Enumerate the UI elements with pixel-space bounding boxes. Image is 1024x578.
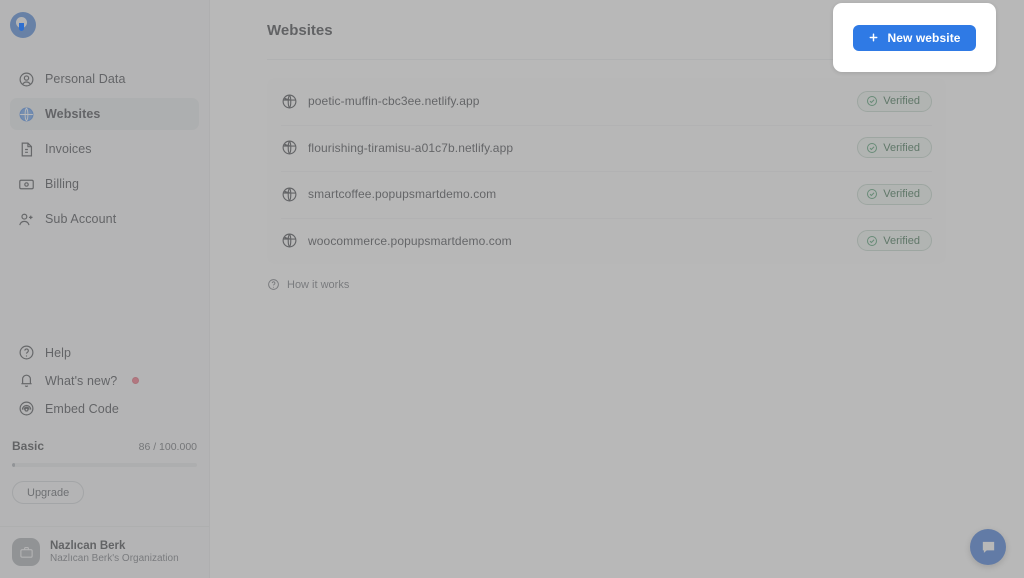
avatar	[12, 538, 40, 566]
upgrade-button[interactable]: Upgrade	[12, 481, 85, 504]
check-circle-icon	[867, 96, 878, 107]
user-add-icon	[18, 211, 35, 228]
sidebar-item-label: Sub Account	[45, 212, 117, 226]
notification-dot	[132, 377, 140, 384]
sidebar-item-label: What's new?	[45, 373, 118, 388]
app-root: Personal Data Websites Invoices Billing …	[0, 0, 1024, 578]
check-circle-icon	[867, 189, 878, 200]
table-row[interactable]: smartcoffee.popupsmartdemo.com Verified	[267, 171, 946, 218]
sidebar-item-label: Invoices	[45, 142, 92, 156]
status-badge-label: Verified	[883, 95, 920, 108]
sidebar-item-billing[interactable]: Billing	[10, 168, 199, 200]
logo-container[interactable]	[0, 0, 209, 52]
user-text: Nazlıcan Berk Nazlıcan Berk's Organizati…	[50, 539, 179, 566]
website-url: flourishing-tiramisu-a01c7b.netlify.app	[308, 140, 514, 155]
globe-icon	[281, 93, 298, 110]
chat-bubble-icon	[982, 541, 994, 553]
globe-icon	[281, 186, 298, 203]
user-account-block[interactable]: Nazlıcan Berk Nazlıcan Berk's Organizati…	[0, 526, 209, 578]
user-circle-icon	[18, 71, 35, 88]
briefcase-icon	[19, 546, 33, 558]
new-website-button-label: New website	[887, 30, 961, 45]
plan-quota: 86 / 100.000	[138, 441, 197, 453]
sidebar-item-label: Billing	[45, 177, 80, 191]
check-circle-icon	[867, 142, 878, 153]
sidebar-item-whats-new[interactable]: What's new?	[10, 367, 199, 394]
globe-icon	[281, 139, 298, 156]
globe-icon	[18, 106, 35, 123]
sidebar-item-label: Embed Code	[45, 401, 119, 416]
usage-progress-fill	[12, 463, 15, 467]
question-circle-icon	[18, 344, 35, 361]
plan-name: Basic	[12, 439, 45, 453]
sidebar: Personal Data Websites Invoices Billing …	[0, 0, 210, 578]
check-circle-icon	[867, 235, 878, 246]
plan-row: Basic 86 / 100.000	[12, 439, 197, 453]
user-organization: Nazlıcan Berk's Organization	[50, 552, 179, 564]
websites-list: poetic-muffin-cbc3ee.netlify.app Verifie…	[267, 78, 946, 264]
sidebar-item-help[interactable]: Help	[10, 339, 199, 366]
website-url: smartcoffee.popupsmartdemo.com	[308, 187, 497, 202]
plus-icon	[869, 33, 878, 42]
table-row[interactable]: poetic-muffin-cbc3ee.netlify.app Verifie…	[267, 78, 946, 125]
status-badge[interactable]: Verified	[857, 90, 932, 112]
status-badge[interactable]: Verified	[857, 230, 932, 252]
user-name: Nazlıcan Berk	[50, 539, 126, 552]
how-it-works-label: How it works	[287, 278, 350, 291]
how-it-works-link[interactable]: How it works	[267, 278, 349, 291]
table-row[interactable]: flourishing-tiramisu-a01c7b.netlify.app …	[267, 124, 946, 172]
spotlight-highlight: New website	[833, 3, 996, 72]
website-url: poetic-muffin-cbc3ee.netlify.app	[308, 94, 480, 109]
sidebar-item-label: Websites	[45, 107, 101, 121]
globe-icon	[281, 232, 298, 249]
sidebar-nav-main: Personal Data Websites Invoices Billing …	[0, 60, 209, 238]
table-row[interactable]: woocommerce.popupsmartdemo.com Verified	[267, 217, 946, 265]
main-content: Websites poetic-muffin-cbc3ee.netlify.ap…	[210, 0, 1024, 578]
sidebar-item-sub-account[interactable]: Sub Account	[10, 203, 199, 235]
status-badge-label: Verified	[883, 188, 920, 201]
sidebar-item-label: Personal Data	[45, 72, 126, 86]
question-circle-icon	[268, 279, 279, 290]
status-badge[interactable]: Verified	[857, 183, 932, 205]
sidebar-item-embed-code[interactable]: Embed Code	[10, 395, 199, 422]
plan-usage-block: Basic 86 / 100.000 Upgrade	[0, 429, 209, 504]
usage-progress-bar	[12, 463, 197, 467]
website-url: woocommerce.popupsmartdemo.com	[308, 233, 512, 248]
document-icon	[18, 141, 35, 158]
new-website-button[interactable]: New website	[853, 24, 976, 51]
sidebar-item-invoices[interactable]: Invoices	[10, 133, 199, 165]
embed-code-icon	[18, 400, 35, 417]
status-badge-label: Verified	[883, 234, 920, 247]
status-badge-label: Verified	[883, 141, 920, 154]
status-badge[interactable]: Verified	[857, 137, 932, 159]
bell-icon	[18, 372, 35, 389]
sidebar-item-label: Help	[45, 345, 72, 360]
sidebar-nav-bottom: Help What's new? Embed Code	[0, 338, 209, 423]
sidebar-item-websites[interactable]: Websites	[10, 98, 199, 130]
chat-launcher-button[interactable]	[970, 529, 1006, 565]
sidebar-item-personal-data[interactable]: Personal Data	[10, 63, 199, 95]
billing-card-icon	[18, 176, 35, 193]
popupsmart-logo-icon[interactable]	[10, 12, 36, 38]
